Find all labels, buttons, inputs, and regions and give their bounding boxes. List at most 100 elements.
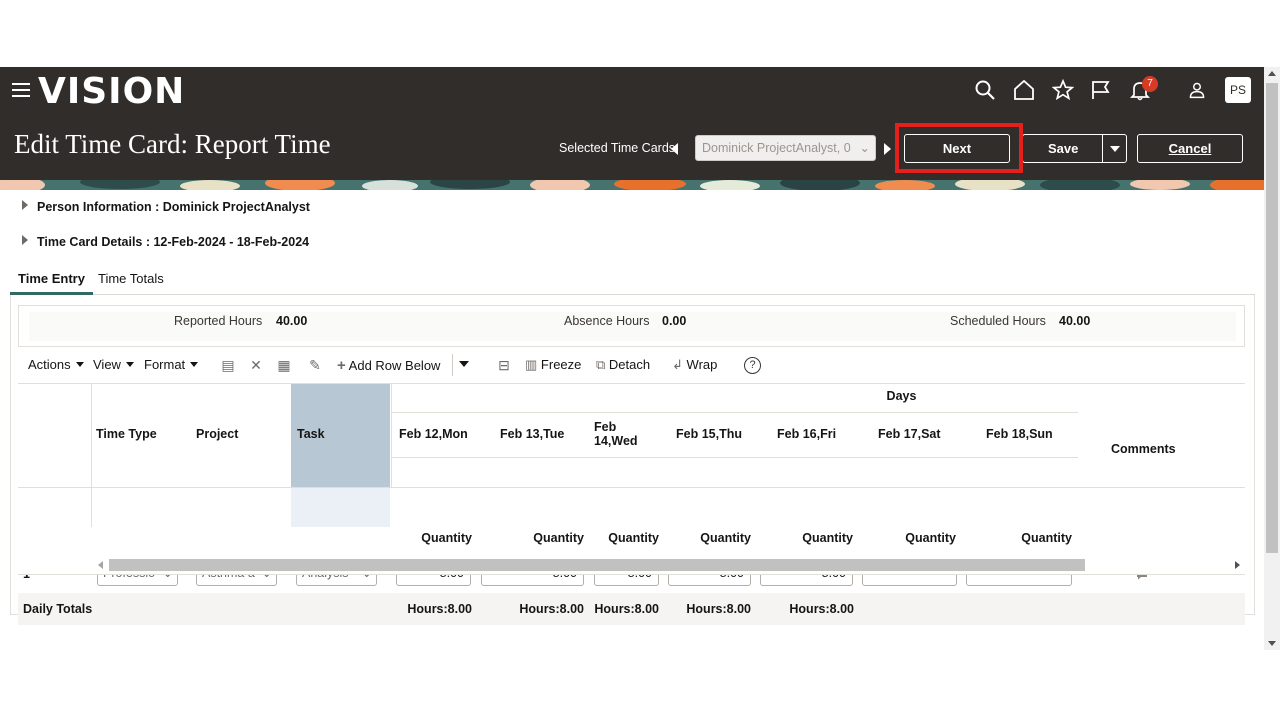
add-row-dropdown[interactable] <box>459 357 469 372</box>
scroll-up-icon[interactable] <box>1268 71 1276 76</box>
freeze-icon: ▥ <box>525 357 538 372</box>
page-title: Edit Time Card: Report Time <box>14 129 331 159</box>
absence-hours-value: 0.00 <box>662 314 687 328</box>
add-row-below-label: Add Row Below <box>348 358 441 373</box>
col-header-time-type[interactable]: Time Type <box>96 427 157 441</box>
plus-icon: + <box>337 357 346 374</box>
app-window: VISION 7 PS Edit Time Card: Report Time … <box>0 67 1264 650</box>
col-header-day[interactable]: Feb 12,Mon <box>399 427 468 441</box>
format-menu-label: Format <box>144 357 186 372</box>
time-card-details-label: Time Card Details : 12-Feb-2024 - 18-Feb… <box>37 235 310 249</box>
quantity-header: Quantity <box>802 531 853 545</box>
col-header-day[interactable]: Feb 15,Thu <box>676 427 742 441</box>
quantity-header: Quantity <box>533 531 584 545</box>
days-header: Days <box>886 389 917 403</box>
user-icon[interactable] <box>1188 81 1206 99</box>
previous-card-icon[interactable] <box>671 143 678 155</box>
wrap-label: Wrap <box>686 357 718 372</box>
quantity-header: Quantity <box>608 531 659 545</box>
save-button-label: Save <box>1048 141 1079 156</box>
scheduled-hours-label: Scheduled Hours <box>950 314 1046 328</box>
decorative-banner <box>0 180 1264 190</box>
wrap-icon: ↲ <box>672 357 683 372</box>
vertical-scrollbar[interactable] <box>1264 67 1280 650</box>
daily-totals-label: Daily Totals <box>23 602 93 616</box>
col-header-day[interactable]: Feb 14,Wed <box>594 420 654 448</box>
daily-total-value: Hours:8.00 <box>594 602 659 616</box>
dropdown-arrow-icon <box>190 362 199 367</box>
user-avatar[interactable]: PS <box>1225 77 1251 103</box>
col-header-project[interactable]: Project <box>196 427 238 441</box>
dropdown-arrow-icon <box>459 361 469 367</box>
query-by-example-icon[interactable]: ⊟ <box>496 357 512 373</box>
next-card-icon[interactable] <box>884 143 891 155</box>
app-header: VISION 7 PS Edit Time Card: Report Time … <box>0 67 1264 180</box>
view-menu[interactable]: View <box>93 357 134 372</box>
time-entry-table: Days Time Type Project Task Feb 12,Mon F… <box>18 383 1245 625</box>
favorites-star-icon[interactable] <box>1051 78 1075 101</box>
col-header-day[interactable]: Feb 13,Tue <box>500 427 564 441</box>
detach-icon: ⧉ <box>596 357 606 372</box>
next-button-highlight <box>895 123 1023 173</box>
tab-time-entry[interactable]: Time Entry <box>10 270 93 295</box>
flag-icon[interactable] <box>1090 79 1112 101</box>
time-card-details-section[interactable]: Time Card Details : 12-Feb-2024 - 18-Feb… <box>22 235 309 249</box>
detach-label: Detach <box>608 357 651 372</box>
scroll-right-icon[interactable] <box>1235 561 1240 569</box>
col-header-comments[interactable]: Comments <box>1111 442 1176 456</box>
freeze-button[interactable]: ▥ Freeze <box>525 357 581 373</box>
quantity-header: Quantity <box>421 531 472 545</box>
add-row-below-button[interactable]: + Add Row Below <box>337 357 440 374</box>
top-whitespace <box>0 0 1280 67</box>
tab-time-totals[interactable]: Time Totals <box>90 270 172 294</box>
dropdown-arrow-icon <box>125 362 134 367</box>
actions-menu-label: Actions <box>28 357 71 372</box>
quantity-header: Quantity <box>1021 531 1072 545</box>
freeze-label: Freeze <box>540 357 582 372</box>
delete-icon[interactable]: ✕ <box>248 357 264 373</box>
expand-triangle-icon <box>22 200 28 210</box>
selected-time-cards-label: Selected Time Cards <box>559 141 676 155</box>
tab-bar: Time Entry Time Totals <box>10 270 1255 295</box>
col-header-day[interactable]: Feb 16,Fri <box>777 427 836 441</box>
toolbar-divider <box>452 354 453 376</box>
app-logo[interactable]: VISION <box>38 71 185 112</box>
actions-menu[interactable]: Actions <box>28 357 84 372</box>
horizontal-scroll-thumb[interactable] <box>109 559 1085 571</box>
wrap-button[interactable]: ↲ Wrap <box>672 357 717 373</box>
format-menu[interactable]: Format <box>144 357 199 372</box>
daily-total-value: Hours:8.00 <box>407 602 472 616</box>
edit-pencil-icon[interactable]: ✎ <box>307 357 323 373</box>
home-icon[interactable] <box>1013 79 1035 101</box>
save-dropdown-icon[interactable] <box>1110 146 1120 152</box>
col-header-task[interactable]: Task <box>297 427 325 441</box>
help-icon[interactable]: ? <box>744 357 761 374</box>
cancel-button[interactable]: Cancel <box>1137 134 1243 163</box>
selected-time-card-value: Dominick ProjectAnalyst, 0 <box>702 141 851 155</box>
person-information-section[interactable]: Person Information : Dominick ProjectAna… <box>22 200 310 214</box>
expand-triangle-icon <box>22 235 28 245</box>
detach-button[interactable]: ⧉ Detach <box>596 357 650 373</box>
absence-hours-label: Absence Hours <box>564 314 650 328</box>
copy-icon[interactable]: ▤ <box>220 357 236 373</box>
horizontal-scrollbar[interactable] <box>18 555 1245 574</box>
chevron-down-icon: ⌄ <box>859 141 870 155</box>
notification-count-badge: 7 <box>1142 76 1158 92</box>
vertical-scroll-thumb[interactable] <box>1266 83 1278 553</box>
insert-table-icon[interactable]: ▦ <box>276 357 292 373</box>
task-cell-bg <box>291 487 390 527</box>
person-information-label: Person Information : Dominick ProjectAna… <box>37 200 310 214</box>
daily-total-value: Hours:8.00 <box>686 602 751 616</box>
quantity-header: Quantity <box>700 531 751 545</box>
scroll-down-icon[interactable] <box>1268 641 1276 646</box>
quantity-header: Quantity <box>905 531 956 545</box>
scroll-left-icon[interactable] <box>98 561 103 569</box>
daily-total-value: Hours:8.00 <box>519 602 584 616</box>
selected-time-card-select[interactable]: Dominick ProjectAnalyst, 0 ⌄ <box>695 135 876 161</box>
save-split-divider <box>1102 135 1103 162</box>
menu-icon[interactable] <box>12 83 30 97</box>
search-icon[interactable] <box>974 79 996 101</box>
col-header-day[interactable]: Feb 17,Sat <box>878 427 941 441</box>
reported-hours-label: Reported Hours <box>174 314 263 328</box>
col-header-day[interactable]: Feb 18,Sun <box>986 427 1053 441</box>
